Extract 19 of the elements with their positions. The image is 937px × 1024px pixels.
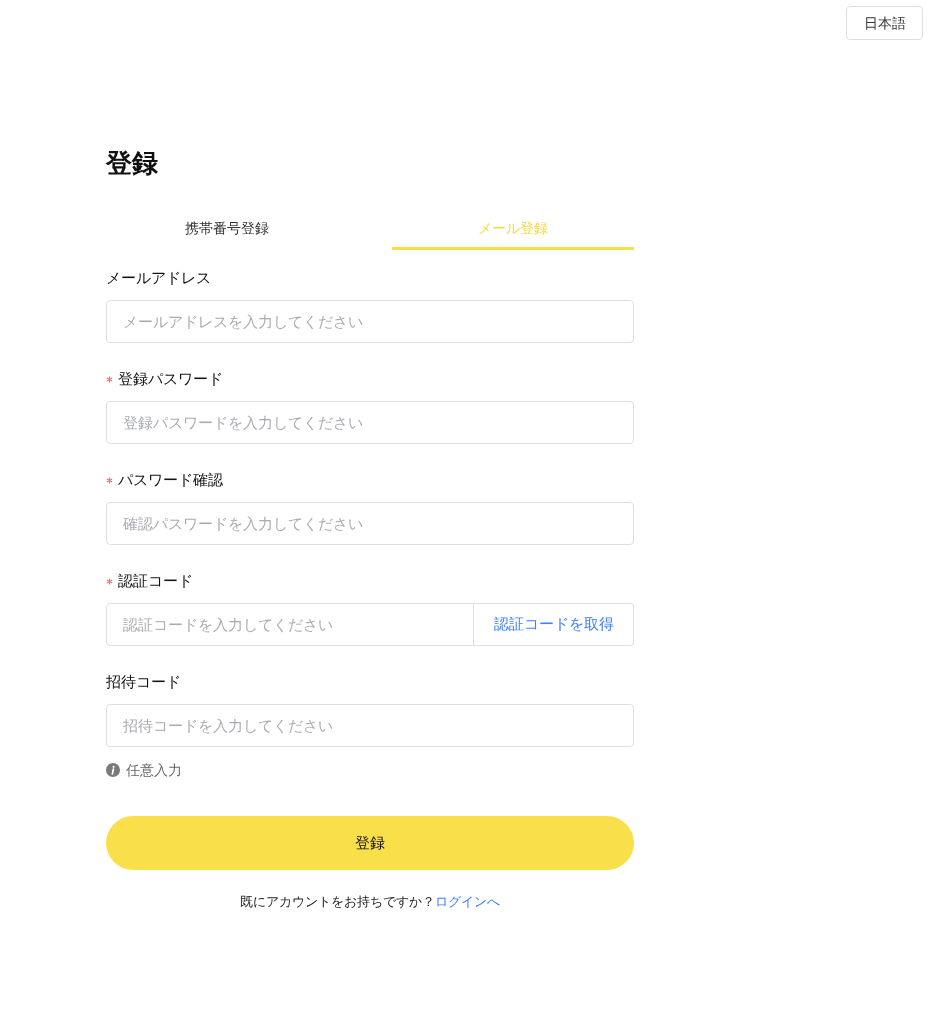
input-field[interactable]: 登録パスワードを入力してください <box>106 401 634 444</box>
input-field[interactable]: メールアドレスを入力してください <box>106 300 634 343</box>
input-field[interactable]: 招待コードを入力してください <box>106 704 634 747</box>
field-label: 招待コード <box>106 672 181 692</box>
hint-text: 任意入力 <box>126 761 182 780</box>
info-icon <box>106 763 120 777</box>
field-label: 認証コード <box>118 571 193 591</box>
login-prompt: 既にアカウントをお持ちですか？ログインへ <box>240 893 500 911</box>
input-field[interactable]: 認証コードを入力してください <box>106 603 474 646</box>
page-title: 登録 <box>106 147 158 179</box>
input-field[interactable]: 確認パスワードを入力してください <box>106 502 634 545</box>
login-link[interactable]: ログインへ <box>435 894 500 909</box>
tab[interactable]: 携帯番号登録 <box>106 210 348 250</box>
get-code-button[interactable]: 認証コードを取得 <box>474 603 634 646</box>
field-label: パスワード確認 <box>118 470 223 490</box>
language-button[interactable]: 日本語 <box>846 6 923 40</box>
field-label: 登録パスワード <box>118 369 223 389</box>
field-label: メールアドレス <box>106 268 211 288</box>
register-button[interactable]: 登録 <box>106 816 634 870</box>
